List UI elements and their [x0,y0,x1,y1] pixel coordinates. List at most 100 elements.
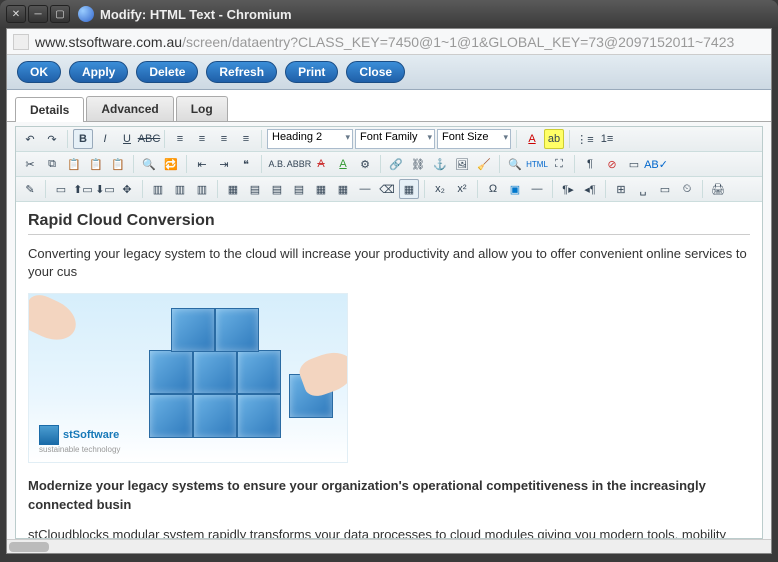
ins-icon[interactable]: A [333,154,353,174]
window-close-button[interactable]: ✕ [6,5,26,23]
close-button[interactable]: Close [346,61,405,83]
editor-toolbar-row-2: ✂ ⧉ 📋 📋 📋 🔍 🔁 ⇤ ⇥ ❝ A.B. ABBR A A ⚙ 🔗 [16,152,762,177]
italic-button[interactable]: I [95,129,115,149]
horizontal-scrollbar[interactable] [7,539,771,553]
remove-tag-icon[interactable]: ⊘ [602,154,622,174]
bold-button[interactable]: B [73,129,93,149]
undo-icon[interactable]: ↶ [20,129,40,149]
row-before-icon[interactable]: ▤ [245,179,265,199]
remove-format-icon[interactable]: ⌫ [377,179,397,199]
merge-cells-icon[interactable]: ▦ [311,179,331,199]
insert-date-icon[interactable]: ⏲ [677,179,697,199]
tab-log[interactable]: Log [176,96,228,121]
tab-strip: Details Advanced Log [7,90,771,122]
content-p2: Modernize your legacy systems to ensure … [28,477,750,513]
indent-icon[interactable]: ⇥ [214,154,234,174]
align-right-icon[interactable]: ≡ [214,129,234,149]
url-host: www.stsoftware.com.au [35,34,182,50]
media-icon[interactable]: ▣ [505,179,525,199]
fullscreen-icon[interactable]: ⛶ [549,154,569,174]
layer-abs-icon[interactable]: ✥ [117,179,137,199]
toggle-1-icon[interactable]: ▭ [624,154,644,174]
blockquote-icon[interactable]: ❝ [236,154,256,174]
pagebreak-icon[interactable]: — [527,179,547,199]
image-icon[interactable]: 🖼 [452,154,472,174]
ok-button[interactable]: OK [17,61,61,83]
align-center-icon[interactable]: ≡ [192,129,212,149]
acronym-icon[interactable]: ABBR [289,154,309,174]
number-list-icon[interactable]: 1≡ [597,129,617,149]
paste-icon[interactable]: 📋 [64,154,84,174]
visual-aid-icon[interactable]: ▦ [399,179,419,199]
link-icon[interactable]: 🔗 [386,154,406,174]
editor-content[interactable]: Rapid Cloud Conversion Converting your l… [16,202,762,538]
text-color-icon[interactable]: A [522,129,542,149]
del-icon[interactable]: A [311,154,331,174]
window-maximize-button[interactable]: ▢ [50,5,70,23]
find-icon[interactable]: 🔍 [139,154,159,174]
delete-button[interactable]: Delete [136,61,198,83]
layer-forward-icon[interactable]: ⬆▭ [73,179,93,199]
template-icon[interactable]: ▭ [655,179,675,199]
outdent-icon[interactable]: ⇤ [192,154,212,174]
ltr-icon[interactable]: ¶▸ [558,179,578,199]
print-button[interactable]: Print [285,61,338,83]
redo-icon[interactable]: ↷ [42,129,62,149]
cite-icon[interactable]: ⊞ [611,179,631,199]
action-toolbar: OK Apply Delete Refresh Print Close [7,55,771,90]
align-justify-icon[interactable]: ≡ [236,129,256,149]
format-block-select[interactable]: Heading 2 [267,129,353,149]
rtl-icon[interactable]: ◂¶ [580,179,600,199]
subscript-icon[interactable]: x₂ [430,179,450,199]
window-minimize-button[interactable]: ─ [28,5,48,23]
superscript-icon[interactable]: x² [452,179,472,199]
underline-button[interactable]: U [117,129,137,149]
html-source-button[interactable]: HTML [527,154,547,174]
titlebar: ✕ ─ ▢ Modify: HTML Text - Chromium [0,0,778,28]
split-cells-icon[interactable]: ▦ [333,179,353,199]
anchor-icon[interactable]: ⚓ [430,154,450,174]
special-char-icon[interactable]: Ω [483,179,503,199]
insert-col-before-icon[interactable]: ▥ [148,179,168,199]
paste-word-icon[interactable]: 📋 [108,154,128,174]
url-text: www.stsoftware.com.au/screen/dataentry?C… [35,34,734,50]
refresh-button[interactable]: Refresh [206,61,277,83]
bullet-list-icon[interactable]: ⋮≡ [575,129,595,149]
font-family-select[interactable]: Font Family [355,129,435,149]
content-image: stSoftware sustainable technology [28,293,348,463]
page-icon [13,34,29,50]
edit-css-icon[interactable]: ✎ [20,179,40,199]
paste-text-icon[interactable]: 📋 [86,154,106,174]
strike-button[interactable]: ABC [139,129,159,149]
apply-button[interactable]: Apply [69,61,128,83]
tab-details[interactable]: Details [15,97,84,122]
delete-col-icon[interactable]: ▥ [192,179,212,199]
rich-text-editor: ↶ ↷ B I U ABC ≡ ≡ ≡ ≡ Heading 2 Font Fam… [15,126,763,539]
insert-table-icon[interactable]: ▦ [223,179,243,199]
align-left-icon[interactable]: ≡ [170,129,190,149]
insert-col-after-icon[interactable]: ▥ [170,179,190,199]
preview-icon[interactable]: 🔍 [505,154,525,174]
replace-icon[interactable]: 🔁 [161,154,181,174]
abbr-icon[interactable]: A.B. [267,154,287,174]
spellcheck-icon[interactable]: AB✓ [646,154,666,174]
tab-advanced[interactable]: Advanced [86,96,173,121]
font-size-select[interactable]: Font Size [437,129,511,149]
layer-back-icon[interactable]: ⬇▭ [95,179,115,199]
scrollbar-thumb[interactable] [9,542,49,552]
cut-icon[interactable]: ✂ [20,154,40,174]
row-after-icon[interactable]: ▤ [267,179,287,199]
unlink-icon[interactable]: ⛓ [408,154,428,174]
delete-row-icon[interactable]: ▤ [289,179,309,199]
attributes-icon[interactable]: ⚙ [355,154,375,174]
nbsp-icon[interactable]: ␣ [633,179,653,199]
hr-icon[interactable]: — [355,179,375,199]
pilcrow-icon[interactable]: ¶ [580,154,600,174]
copy-icon[interactable]: ⧉ [42,154,62,174]
highlight-color-icon[interactable]: ab [544,129,564,149]
layer-icon[interactable]: ▭ [51,179,71,199]
cleanup-icon[interactable]: 🧹 [474,154,494,174]
url-bar[interactable]: www.stsoftware.com.au/screen/dataentry?C… [7,29,771,55]
content-p1: Converting your legacy system to the clo… [28,245,750,281]
print-icon[interactable]: 🖨 [708,179,728,199]
